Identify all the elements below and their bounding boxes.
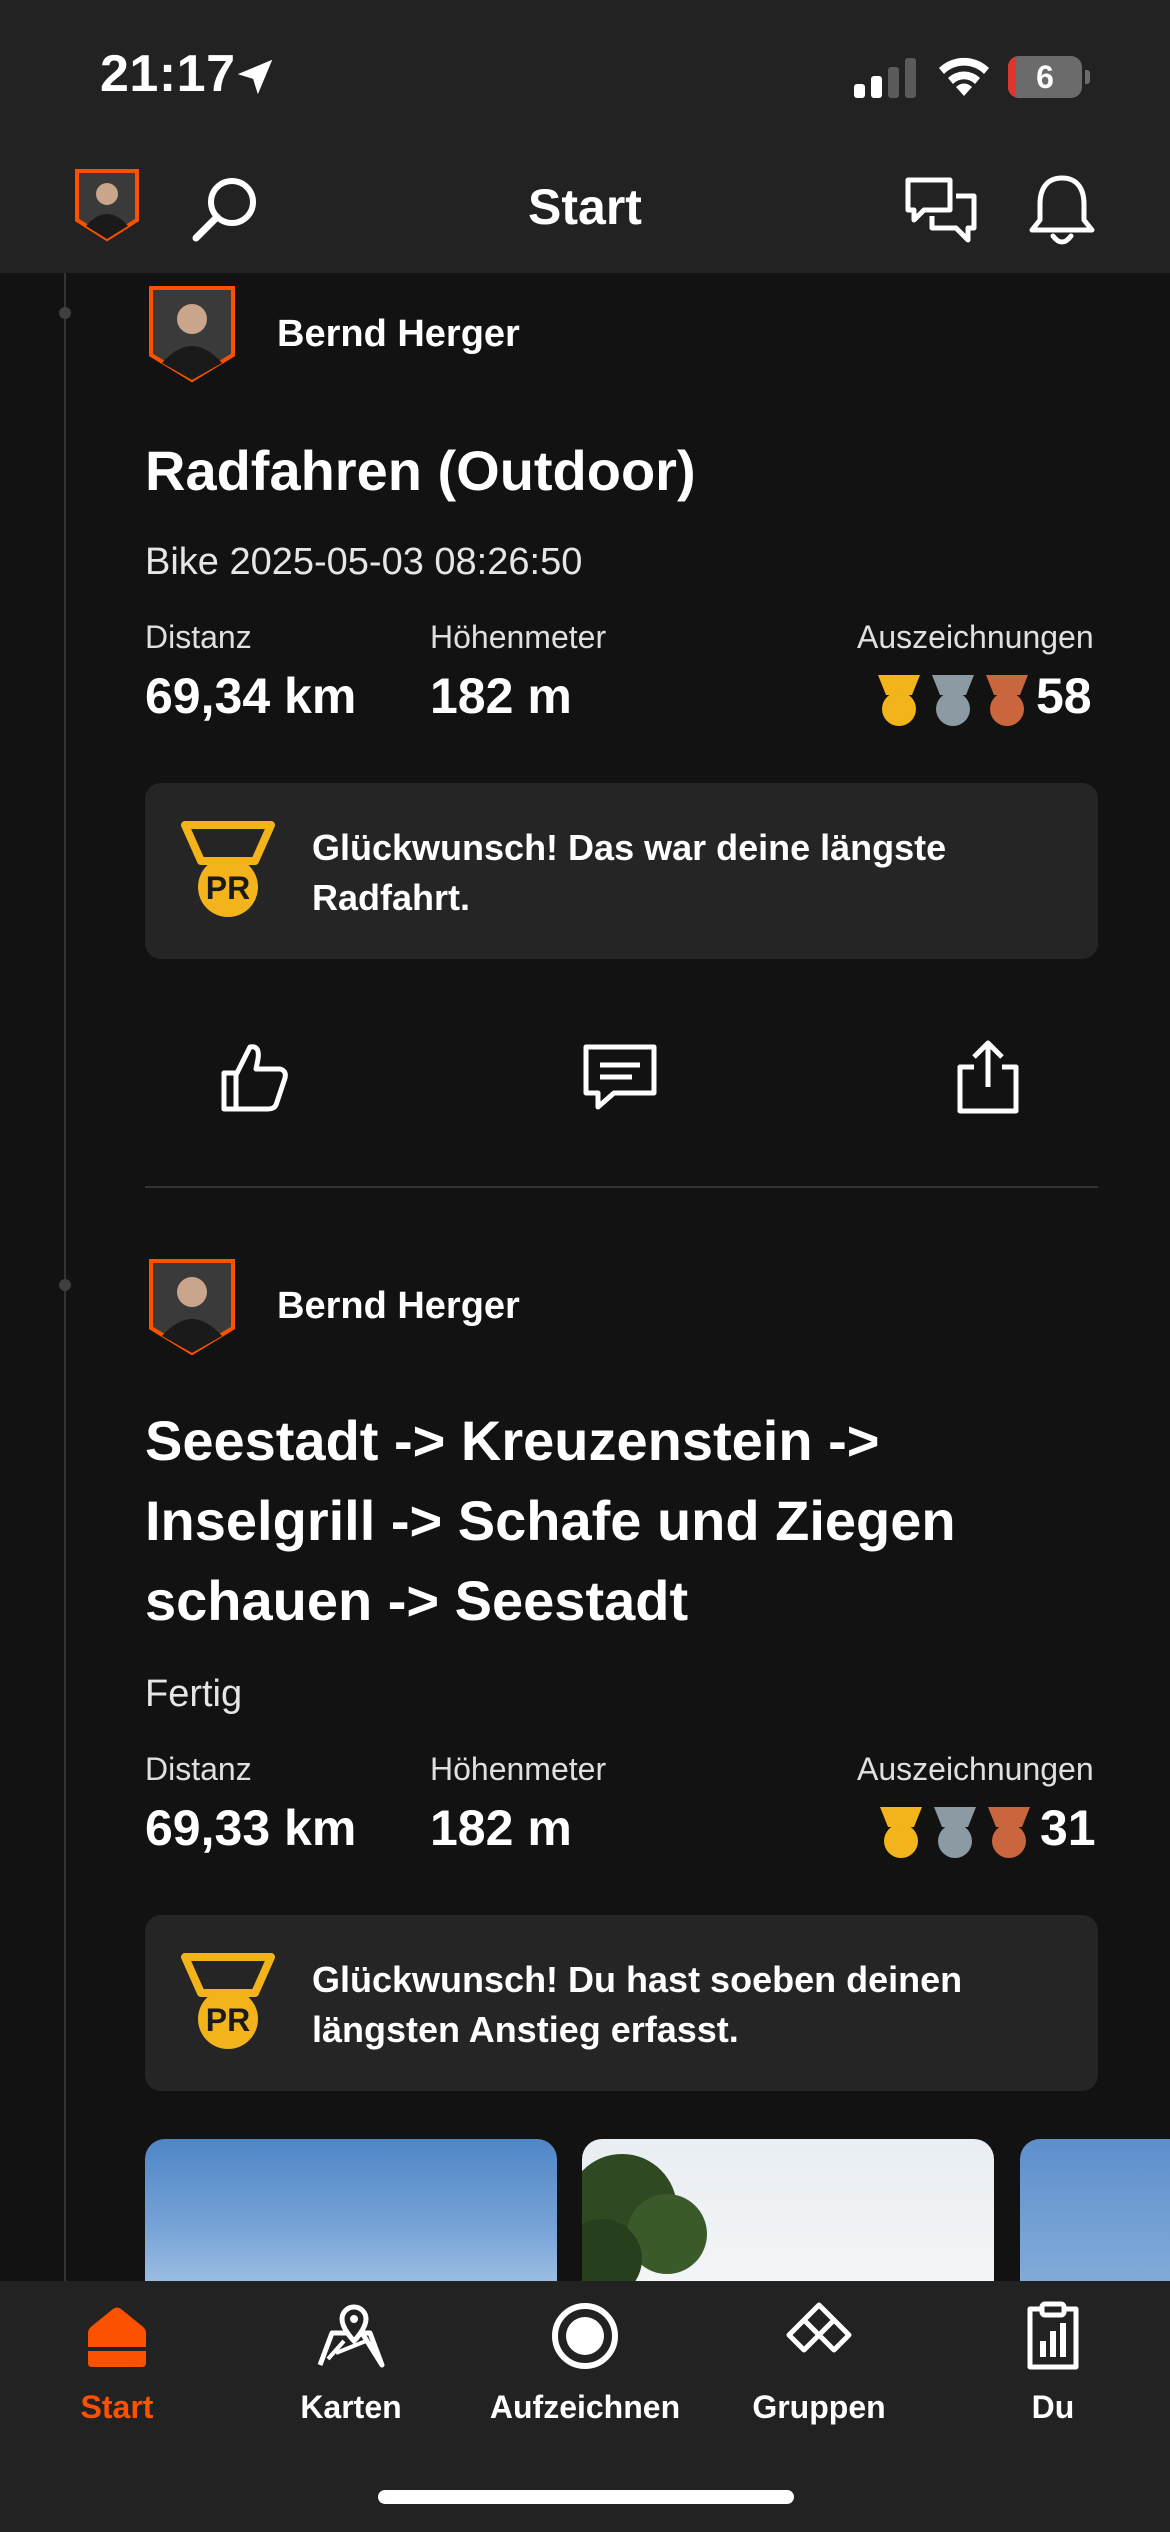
pr-message: Glückwunsch! Du hast soeben deinen längs… xyxy=(312,1959,963,2050)
award-medals xyxy=(876,673,1028,729)
stat-label-distance: Distanz xyxy=(145,619,252,655)
athlete-name[interactable]: Bernd Herger xyxy=(277,1285,520,1328)
status-time: 21:17 xyxy=(100,45,236,103)
home-icon xyxy=(88,2307,146,2367)
share-icon[interactable] xyxy=(948,1037,1028,1117)
activity-photo[interactable] xyxy=(582,2139,994,2281)
pr-achievement-card[interactable]: PR Glückwunsch! Das war deine längste Ra… xyxy=(145,783,1098,959)
bronze-medal-icon xyxy=(986,675,1028,726)
stat-label-distance: Distanz xyxy=(145,1751,252,1787)
tree-photo-detail xyxy=(582,2154,707,2281)
stat-label-elevation: Höhenmeter xyxy=(430,1751,607,1787)
stat-label-awards: Auszeichnungen xyxy=(857,619,1094,655)
activity-subtitle: Fertig xyxy=(145,1673,243,1715)
tab-label: Aufzeichnen xyxy=(489,2389,681,2425)
bronze-medal-icon xyxy=(988,1807,1030,1858)
page-title: Start xyxy=(528,179,642,235)
activity-title[interactable]: Radfahren (Outdoor) xyxy=(145,431,1105,511)
tab-aufzeichnen[interactable]: Aufzeichnen xyxy=(468,2281,702,2441)
battery-indicator: 6 xyxy=(1008,56,1090,98)
tab-label: Gruppen xyxy=(752,2389,886,2425)
awards-count: 58 xyxy=(1036,668,1092,724)
athlete-avatar[interactable] xyxy=(148,285,236,383)
feed-divider xyxy=(145,1186,1098,1188)
stat-value-distance: 69,33 km xyxy=(145,1800,357,1856)
pr-badge-text: PR xyxy=(206,2002,250,2038)
comment-icon[interactable] xyxy=(580,1037,660,1117)
activity-title[interactable]: Seestadt -> Kreuzenstein -> Inselgrill -… xyxy=(145,1401,1105,1641)
clipboard-stats-icon xyxy=(1027,2301,1079,2370)
gold-medal-icon xyxy=(878,675,920,726)
tab-label: Start xyxy=(80,2389,154,2425)
wifi-icon xyxy=(939,57,989,96)
stat-value-distance: 69,34 km xyxy=(145,668,357,724)
pr-message: Glückwunsch! Das war deine längste Radfa… xyxy=(312,827,947,918)
silver-medal-icon xyxy=(932,675,974,726)
groups-icon xyxy=(786,2302,852,2353)
timeline-dot xyxy=(59,307,71,319)
silver-medal-icon xyxy=(934,1807,976,1858)
status-bar: 21:17 6 xyxy=(0,0,1170,150)
stat-value-elevation: 182 m xyxy=(430,1800,572,1856)
tab-karten[interactable]: Karten xyxy=(234,2281,468,2441)
activity-photo[interactable] xyxy=(145,2139,557,2281)
top-nav-bar: Start xyxy=(0,150,1170,273)
map-icon xyxy=(317,2304,385,2368)
cellular-signal-icon xyxy=(854,58,916,98)
tab-label: Karten xyxy=(300,2389,402,2425)
record-icon xyxy=(552,2303,618,2369)
pr-badge-text: PR xyxy=(206,870,250,906)
tab-label: Du xyxy=(1031,2389,1075,2425)
activity-subtitle: Bike 2025-05-03 08:26:50 xyxy=(145,541,583,583)
athlete-avatar[interactable] xyxy=(148,1258,236,1356)
tab-gruppen[interactable]: Gruppen xyxy=(702,2281,936,2441)
timeline-line xyxy=(64,273,66,2281)
location-arrow-icon xyxy=(237,59,273,95)
activity-photo[interactable] xyxy=(1020,2139,1170,2281)
battery-level: 6 xyxy=(1036,59,1054,95)
stat-label-elevation: Höhenmeter xyxy=(430,619,607,655)
gold-medal-icon xyxy=(880,1807,922,1858)
tab-start[interactable]: Start xyxy=(0,2281,234,2441)
stat-label-awards: Auszeichnungen xyxy=(857,1751,1094,1787)
notifications-bell-icon[interactable] xyxy=(1024,170,1100,250)
activity-feed[interactable]: Bernd Herger Radfahren (Outdoor) Bike 20… xyxy=(0,273,1170,2281)
tab-du[interactable]: Du xyxy=(936,2281,1170,2441)
kudos-thumbs-up-icon[interactable] xyxy=(214,1037,294,1117)
timeline-dot xyxy=(59,1279,71,1291)
awards-count: 31 xyxy=(1040,1800,1096,1856)
home-indicator xyxy=(378,2490,794,2504)
pr-medal-icon: PR xyxy=(181,1953,275,2049)
athlete-name[interactable]: Bernd Herger xyxy=(277,313,520,356)
stat-value-elevation: 182 m xyxy=(430,668,572,724)
award-medals xyxy=(878,1805,1030,1861)
pr-achievement-card[interactable]: PR Glückwunsch! Du hast soeben deinen lä… xyxy=(145,1915,1098,2091)
messages-icon[interactable] xyxy=(902,172,980,250)
pr-medal-icon: PR xyxy=(181,821,275,917)
